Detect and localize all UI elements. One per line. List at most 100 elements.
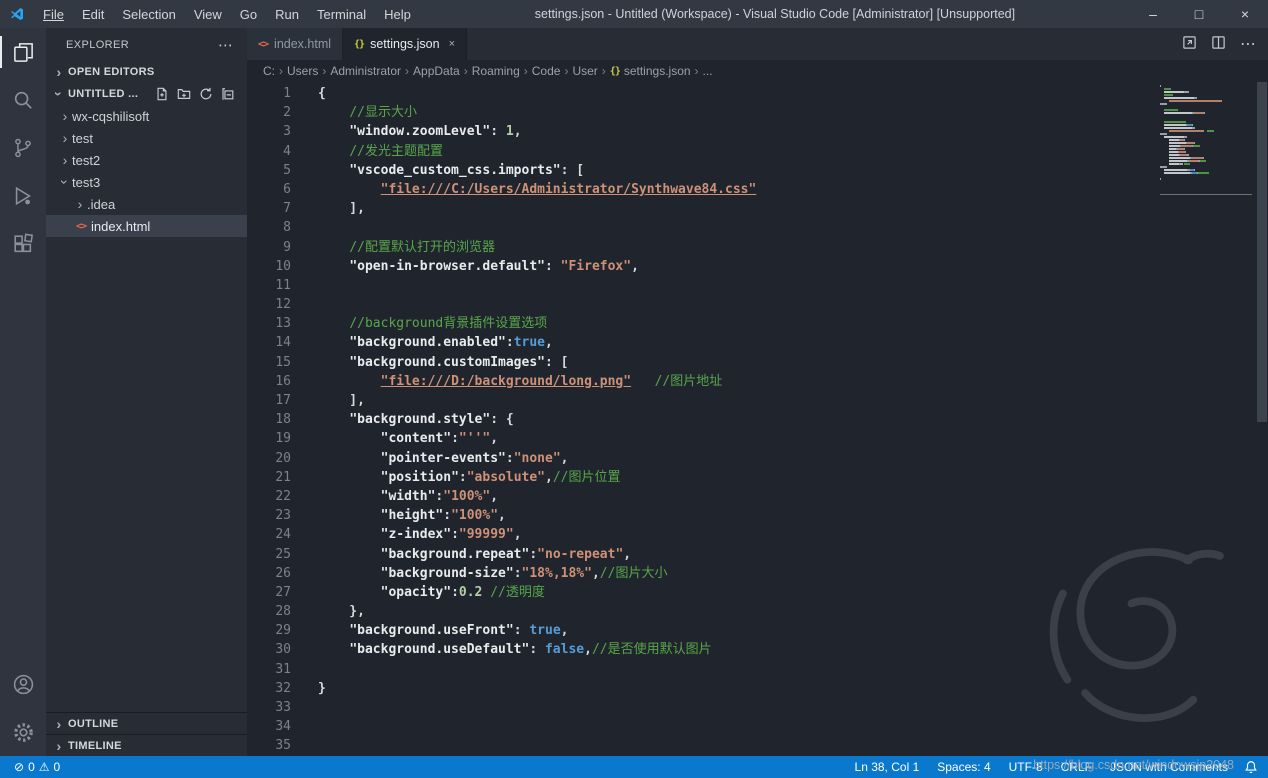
tab-index-html[interactable]: <>index.html — [247, 28, 343, 60]
minimap-line — [1160, 154, 1252, 156]
menu-run[interactable]: Run — [266, 0, 308, 28]
code-line-content[interactable]: "file:///D:/background/long.png" //图片地址 — [291, 372, 722, 391]
code-line-content[interactable]: "background.style": { — [291, 410, 514, 429]
code-line-content[interactable]: "background.repeat":"no-repeat", — [291, 545, 631, 564]
settings-gear-icon[interactable] — [0, 708, 46, 756]
code-line-content[interactable]: "background.useDefault": false,//是否使用默认图… — [291, 640, 712, 659]
status-ln[interactable]: Ln 38, Col 1 — [855, 760, 920, 774]
tree-item-index-html[interactable]: <>index.html — [46, 215, 247, 237]
code-line-content[interactable]: "opacity":0.2 //透明度 — [291, 583, 545, 602]
code-line-content[interactable]: //发光主题配置 — [291, 142, 443, 161]
status-utf-8[interactable]: UTF-8 — [1009, 760, 1043, 774]
minimap-line — [1160, 97, 1252, 99]
close-button[interactable]: × — [1222, 0, 1268, 28]
outline-section[interactable]: › OUTLINE — [46, 712, 247, 734]
code-line-content[interactable]: "background.enabled":true, — [291, 333, 553, 352]
tree-item-test2[interactable]: ›test2 — [46, 149, 247, 171]
more-actions-icon[interactable]: ⋯ — [1240, 34, 1256, 54]
open-changes-icon[interactable] — [1182, 35, 1197, 53]
new-file-icon[interactable] — [155, 87, 169, 101]
timeline-section[interactable]: › TIMELINE — [46, 734, 247, 756]
code-line-content[interactable]: ], — [291, 391, 365, 410]
menu-selection[interactable]: Selection — [113, 0, 184, 28]
scrollbar-thumb[interactable] — [1257, 82, 1267, 422]
code-line-content[interactable]: "vscode_custom_css.imports": [ — [291, 161, 584, 180]
source-control-icon[interactable] — [0, 124, 46, 172]
notifications-bell-icon[interactable] — [1244, 760, 1258, 774]
maximize-button[interactable]: □ — [1176, 0, 1222, 28]
tab-label: index.html — [274, 37, 331, 51]
code-line-content[interactable] — [291, 218, 318, 237]
code-line-content[interactable]: ], — [291, 199, 365, 218]
menu-file[interactable]: File — [34, 0, 73, 28]
code-line-content[interactable]: //background背景插件设置选项 — [291, 314, 547, 333]
code-line-content[interactable]: "pointer-events":"none", — [291, 449, 568, 468]
search-icon[interactable] — [0, 76, 46, 124]
menu-view[interactable]: View — [185, 0, 231, 28]
breadcrumb-item[interactable]: User — [572, 64, 597, 78]
status-json[interactable]: JSON with Comments — [1110, 760, 1228, 774]
run-debug-icon[interactable] — [0, 172, 46, 220]
code-line-content[interactable]: "background-size":"18%,18%",//图片大小 — [291, 564, 667, 583]
minimize-button[interactable]: – — [1130, 0, 1176, 28]
code-line-content[interactable]: "background.customImages": [ — [291, 353, 568, 372]
collapse-all-icon[interactable] — [221, 87, 235, 101]
code-line-content[interactable] — [291, 276, 318, 295]
close-tab-icon[interactable]: × — [449, 38, 455, 50]
breadcrumb-item[interactable]: C: — [263, 64, 275, 78]
more-actions-icon[interactable]: ⋯ — [218, 36, 235, 54]
extensions-icon[interactable] — [0, 220, 46, 268]
code-line-content[interactable] — [291, 295, 318, 314]
code-line-content[interactable]: "content":"''", — [291, 429, 498, 448]
menu-edit[interactable]: Edit — [73, 0, 113, 28]
status-spaces[interactable]: Spaces: 4 — [937, 760, 990, 774]
code-line-content[interactable]: //显示大小 — [291, 103, 417, 122]
code-line-content[interactable] — [291, 717, 318, 736]
workspace-section[interactable]: › UNTITLED ... — [46, 83, 247, 105]
code-line-content[interactable]: "window.zoomLevel": 1, — [291, 122, 522, 141]
breadcrumb-item[interactable]: Roaming — [472, 64, 520, 78]
code-line-content[interactable]: "file:///C:/Users/Administrator/Synthwav… — [291, 180, 756, 199]
refresh-icon[interactable] — [199, 87, 213, 101]
menu-go[interactable]: Go — [231, 0, 266, 28]
menu-help[interactable]: Help — [375, 0, 420, 28]
problems-indicator[interactable]: ⊘ 0 ⚠ 0 — [10, 760, 64, 774]
status-crlf[interactable]: CRLF — [1061, 760, 1092, 774]
code-line-content[interactable] — [291, 736, 318, 755]
split-editor-icon[interactable] — [1211, 35, 1226, 53]
minimap[interactable] — [1160, 85, 1252, 195]
chevron-right-icon: › — [602, 64, 606, 78]
menu-terminal[interactable]: Terminal — [308, 0, 375, 28]
code-line-content[interactable]: //配置默认打开的浏览器 — [291, 238, 495, 257]
code-line-content[interactable] — [291, 698, 318, 717]
explorer-icon[interactable] — [0, 28, 46, 76]
code-line-content[interactable]: }, — [291, 602, 365, 621]
vertical-scrollbar[interactable] — [1256, 82, 1268, 756]
code-line-content[interactable]: "height":"100%", — [291, 506, 506, 525]
code-line-content[interactable]: { — [291, 84, 326, 103]
breadcrumb-item[interactable]: AppData — [413, 64, 460, 78]
tree-item-label: test3 — [72, 175, 100, 190]
code-line-content[interactable]: "background.useFront": true, — [291, 621, 568, 640]
tree-item-test3[interactable]: ›test3 — [46, 171, 247, 193]
open-editors-section[interactable]: › OPEN EDITORS — [46, 61, 247, 83]
code-line-content[interactable]: } — [291, 679, 326, 698]
code-line: 14 "background.enabled":true, — [247, 333, 1268, 352]
tab-settings-json[interactable]: {}settings.json× — [343, 28, 467, 60]
tree-item-test[interactable]: ›test — [46, 127, 247, 149]
code-line-content[interactable] — [291, 660, 318, 679]
code-line-content[interactable]: "position":"absolute",//图片位置 — [291, 468, 621, 487]
code-line-content[interactable]: "open-in-browser.default": "Firefox", — [291, 257, 639, 276]
tree-item-wx-cqshilisoft[interactable]: ›wx-cqshilisoft — [46, 105, 247, 127]
breadcrumb-item[interactable]: ... — [703, 64, 713, 78]
tree-item--idea[interactable]: ›.idea — [46, 193, 247, 215]
code-editor[interactable]: 1{2 //显示大小3 "window.zoomLevel": 1,4 //发光… — [247, 82, 1268, 756]
accounts-icon[interactable] — [0, 660, 46, 708]
code-line-content[interactable]: "width":"100%", — [291, 487, 498, 506]
breadcrumb-item[interactable]: Administrator — [330, 64, 401, 78]
code-line-content[interactable]: "z-index":"99999", — [291, 525, 522, 544]
breadcrumb-item[interactable]: {}settings.json — [610, 64, 691, 78]
breadcrumb-item[interactable]: Code — [532, 64, 561, 78]
new-folder-icon[interactable] — [177, 87, 191, 101]
breadcrumb-item[interactable]: Users — [287, 64, 318, 78]
